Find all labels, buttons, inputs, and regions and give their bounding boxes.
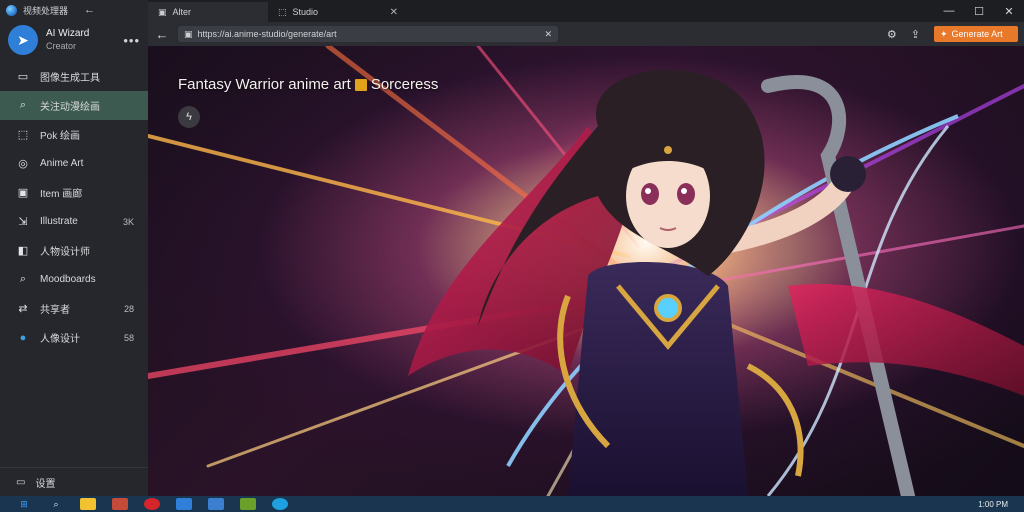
tab-alter[interactable]: ▣ Alter	[148, 2, 268, 22]
sidebar-item-label: Item 画廊	[40, 189, 83, 200]
sidebar-item-4[interactable]: ▣ Item 画廊	[0, 178, 148, 207]
search-icon: ⌕	[19, 99, 27, 111]
browser-icon[interactable]	[272, 498, 288, 510]
start-icon[interactable]: ⊞	[16, 498, 32, 510]
hero-image-area: Fantasy Warrior anime art Sorceress ϟ	[148, 46, 1024, 496]
sidebar-item-6[interactable]: ◧ 人物设计师	[0, 236, 148, 265]
globe-icon	[6, 4, 17, 16]
sidebar-item-label: Moodboards	[40, 274, 96, 285]
count-badge: 58	[123, 332, 134, 343]
close-icon[interactable]: ✕	[390, 7, 398, 18]
logo-icon: ➤	[17, 31, 29, 48]
target-icon: ◎	[18, 158, 28, 170]
tab-studio[interactable]: ⬚ Studio ✕	[268, 2, 408, 22]
address-bar: ← ▣ https://ai.anime-studio/generate/art…	[148, 22, 1024, 46]
sidebar-item-label: 图像生成工具	[40, 73, 100, 84]
generate-button[interactable]: ✦ Generate Art	[934, 26, 1018, 42]
maximize-icon[interactable]: ☐	[964, 5, 994, 18]
window-icon: ▭	[17, 71, 29, 83]
sidebar-item-label: 关注动漫绘画	[40, 102, 100, 113]
taskbar-clock: 1:00 PM	[978, 499, 1008, 509]
close-window-icon[interactable]: ✕	[994, 5, 1024, 18]
more-icon[interactable]: •••	[123, 33, 140, 48]
sidebar-item-7[interactable]: ⌕ Moodboards	[0, 265, 148, 294]
mail-icon[interactable]	[176, 498, 192, 510]
back-arrow-icon[interactable]: ←	[84, 4, 95, 16]
avatar[interactable]: ➤	[8, 25, 38, 55]
tab-label: Studio	[292, 7, 319, 17]
sidebar-item-8[interactable]: ⇄ 共享者 28	[0, 294, 148, 323]
page-icon: ▣	[184, 28, 193, 39]
close-icon[interactable]: ✕	[544, 29, 552, 40]
image-icon: ⬚	[17, 129, 29, 141]
tab-page-icon: ▣	[158, 6, 167, 17]
minimize-icon[interactable]: —	[934, 5, 964, 17]
explore-icon: ⌕	[19, 273, 27, 285]
sidebar-item-5[interactable]: ⇲ Illustrate 3K	[0, 207, 148, 236]
count-badge: 3K	[122, 216, 134, 227]
sidebar-item-9[interactable]: ● 人像设计 58	[0, 323, 148, 352]
window-controls: — ☐ ✕	[934, 0, 1024, 22]
game-icon[interactable]	[240, 498, 256, 510]
sidebar-item-label: Pok 绘画	[40, 131, 81, 142]
store-icon[interactable]	[208, 498, 224, 510]
tab-bar: ▣ Alter ⬚ Studio ✕ — ☐ ✕	[148, 0, 1024, 22]
lightning-button[interactable]: ϟ	[178, 106, 200, 128]
hero-title-secondary: Sorceress	[370, 76, 439, 93]
badge-icon	[354, 78, 367, 91]
sparkle-icon: ✦	[940, 28, 948, 39]
sidebar: 视频处理器 ← ➤ AI Wizard Creator ••• ▭ 图像生成工具…	[0, 0, 164, 496]
sidebar-item-3[interactable]: ◎ Anime Art	[0, 149, 148, 178]
back-button[interactable]: ←	[150, 27, 174, 42]
sidebar-item-1[interactable]: ⌕ 关注动漫绘画	[0, 91, 148, 120]
sidebar-header: 视频处理器 ←	[0, 0, 148, 20]
hero-title-main: Fantasy Warrior anime art	[178, 76, 351, 93]
profile-card[interactable]: ➤ AI Wizard Creator •••	[0, 20, 148, 60]
hero-title: Fantasy Warrior anime art Sorceress	[178, 76, 438, 93]
settings-icon: ▭	[16, 476, 26, 488]
document-icon: ◧	[17, 245, 29, 257]
sidebar-item-2[interactable]: ⬚ Pok 绘画	[0, 120, 148, 149]
file-explorer-icon[interactable]	[80, 498, 96, 510]
sidebar-nav: ▭ 图像生成工具 ⌕ 关注动漫绘画 ⬚ Pok 绘画 ◎ Anime Art ▣…	[0, 62, 148, 352]
sidebar-item-label: 共享者	[40, 305, 70, 316]
upload-icon[interactable]: ⇪	[911, 28, 920, 41]
sidebar-item-label: 人物设计师	[40, 247, 90, 258]
sidebar-item-0[interactable]: ▭ 图像生成工具	[0, 62, 148, 91]
lightning-icon: ϟ	[186, 111, 192, 123]
media-icon[interactable]	[144, 498, 160, 510]
tab-label: Alter	[172, 7, 192, 17]
share-icon: ⇄	[18, 303, 28, 315]
globe-icon: ●	[19, 331, 27, 344]
settings-icon[interactable]: ⚙	[887, 28, 897, 41]
settings-label: 设置	[35, 478, 56, 490]
url-field[interactable]: ▣ https://ai.anime-studio/generate/art ✕	[178, 26, 558, 42]
sidebar-item-label: 人像设计	[40, 334, 80, 345]
toolbar-right: ⚙ ⇪ ✦ Generate Art	[887, 26, 1024, 42]
profile-subtitle: Creator	[46, 41, 77, 51]
sidebar-header-title: 视频处理器	[23, 5, 69, 16]
profile-name: AI Wizard	[46, 28, 90, 39]
anime-artwork	[148, 46, 1024, 496]
count-badge: 28	[123, 303, 134, 314]
gallery-icon: ▣	[17, 187, 29, 199]
export-icon: ⇲	[18, 216, 28, 228]
sidebar-item-label: Anime Art	[40, 158, 84, 169]
search-icon[interactable]: ⌕	[48, 498, 64, 510]
generate-button-label: Generate Art	[951, 29, 1003, 39]
tab-page-icon: ⬚	[278, 6, 287, 17]
sidebar-item-label: Illustrate	[40, 216, 78, 227]
app-icon[interactable]	[112, 498, 128, 510]
taskbar: ⊞ ⌕ 1:00 PM	[0, 496, 1024, 512]
url-text: https://ai.anime-studio/generate/art	[197, 29, 337, 39]
settings-button[interactable]: ▭ 设置	[0, 467, 164, 496]
